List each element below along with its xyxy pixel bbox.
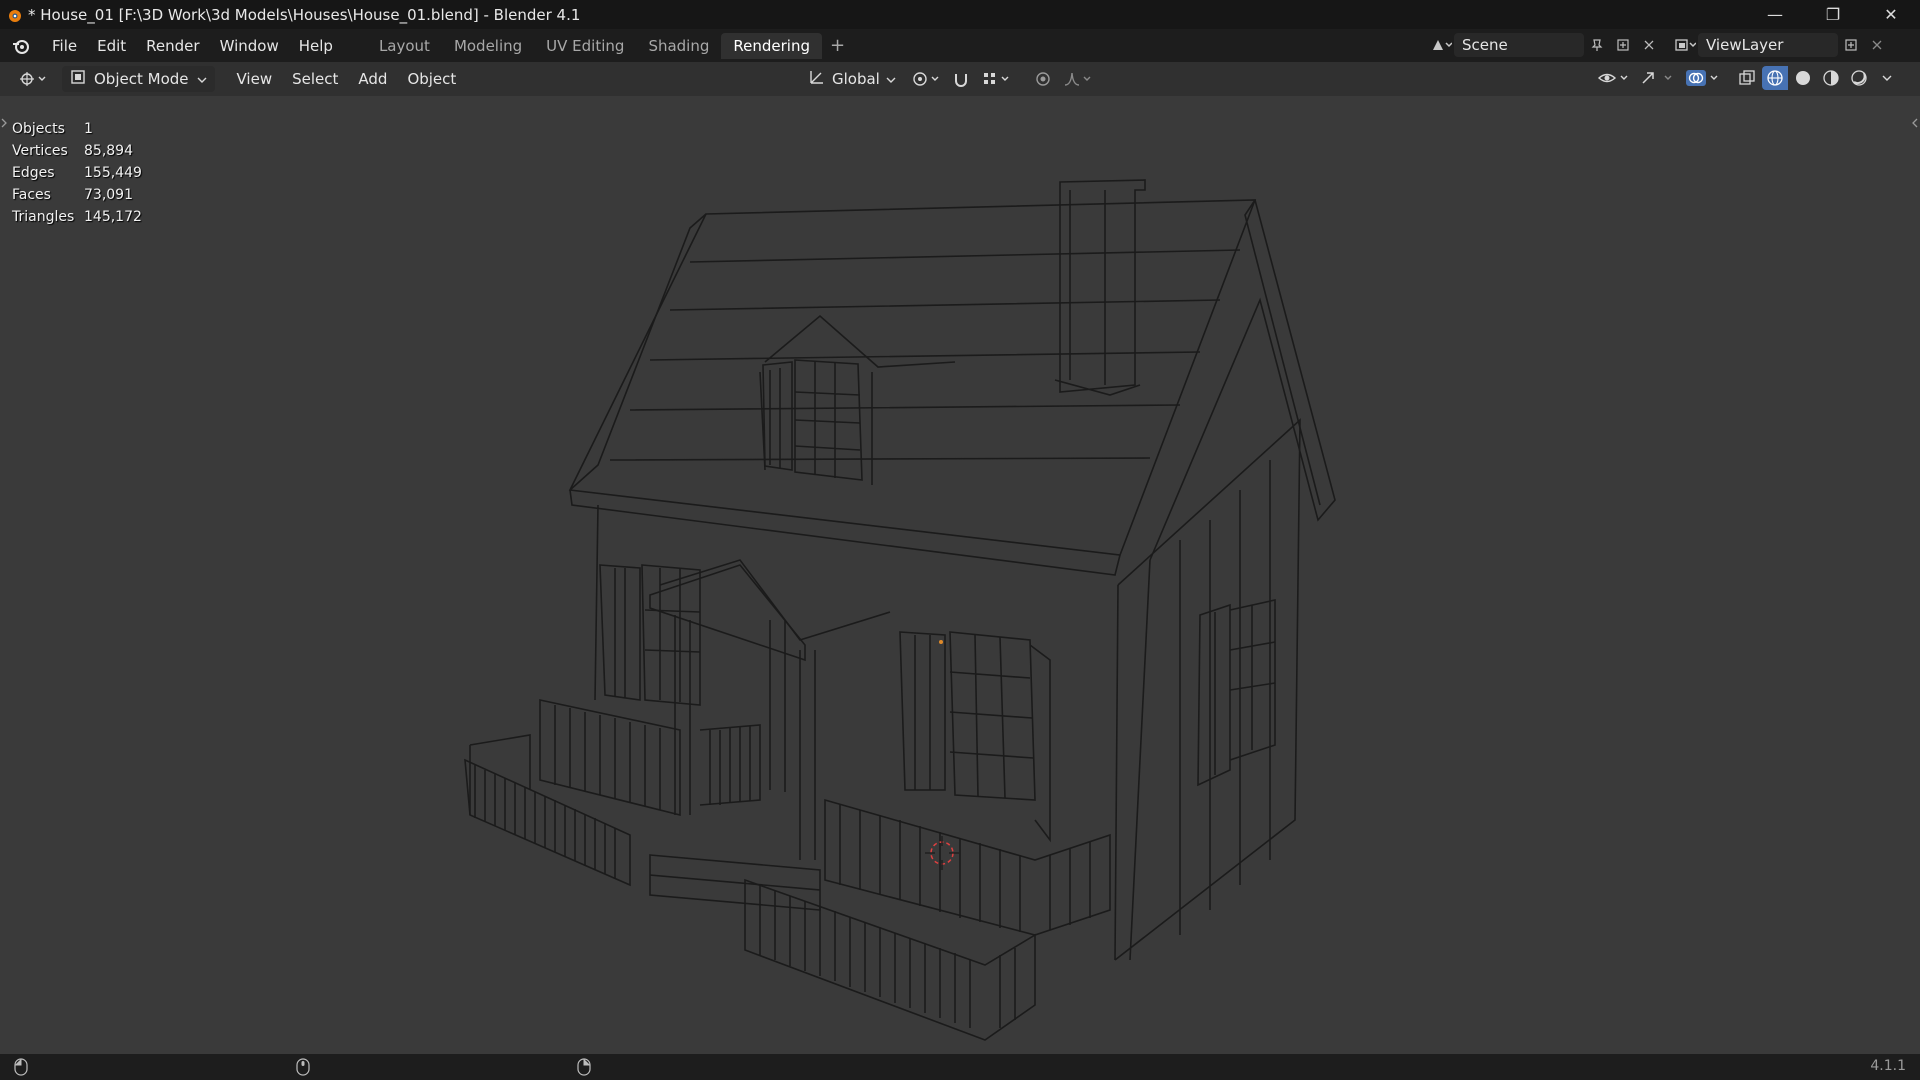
menu-help[interactable]: Help — [289, 33, 343, 59]
pin-icon[interactable] — [1584, 33, 1610, 57]
title-bar: * House_01 [F:\3D Work\3d Models\Houses\… — [0, 0, 1920, 29]
orientation-label: Global — [832, 70, 880, 88]
scene-selector-group: Scene ViewLayer — [1428, 32, 1890, 58]
rendered-shading-icon[interactable] — [1846, 66, 1872, 90]
chimney — [1059, 179, 1146, 393]
tab-layout[interactable]: Layout — [367, 33, 442, 59]
menu-view[interactable]: View — [227, 66, 283, 92]
scene-name-field[interactable]: Scene — [1454, 33, 1584, 57]
snap-target-icon[interactable] — [978, 67, 1014, 91]
chevron-down-icon — [886, 70, 896, 88]
window-title: * House_01 [F:\3D Work\3d Models\Houses\… — [28, 5, 581, 24]
stat-row: Faces 73,091 — [12, 184, 142, 206]
roof-front — [568, 199, 1257, 556]
close-button[interactable]: ✕ — [1862, 0, 1920, 29]
new-view-layer-icon[interactable] — [1838, 33, 1864, 57]
mode-label: Object Mode — [94, 70, 189, 88]
workspace-tabs: Layout Modeling UV Editing Shading Rende… — [367, 32, 853, 59]
scene-icon[interactable] — [1428, 33, 1454, 57]
viewport-header: Object Mode View Select Add Object Globa… — [0, 62, 1920, 96]
menu-edit[interactable]: Edit — [87, 33, 136, 59]
xray-toggle-icon[interactable] — [1734, 66, 1760, 90]
front-window — [949, 631, 1036, 801]
mouse-left-icon — [14, 1058, 28, 1076]
stat-label: Vertices — [12, 143, 68, 159]
minimize-button[interactable]: — — [1746, 0, 1804, 29]
proportional-editing-icon[interactable] — [1030, 67, 1056, 91]
porch-railing-left — [539, 699, 681, 817]
porch-steps — [649, 854, 821, 911]
stat-label: Triangles — [12, 209, 75, 225]
solid-shading-icon[interactable] — [1790, 66, 1816, 90]
new-scene-icon[interactable] — [1610, 33, 1636, 57]
transform-tools: Global — [800, 66, 1096, 92]
stat-value: 85,894 — [84, 143, 133, 159]
tab-shading[interactable]: Shading — [636, 33, 721, 59]
delete-view-layer-icon[interactable] — [1864, 33, 1890, 57]
picket-fence-right — [744, 878, 1036, 1041]
falloff-icon[interactable] — [1060, 67, 1096, 91]
stat-row: Triangles 145,172 — [12, 206, 142, 228]
house-front-wall — [594, 504, 1119, 961]
gizmo-icon[interactable] — [1636, 66, 1680, 90]
status-bar: 4.1.1 — [0, 1054, 1920, 1080]
material-shading-icon[interactable] — [1818, 66, 1844, 90]
menu-object[interactable]: Object — [397, 66, 466, 92]
tab-uv-editing[interactable]: UV Editing — [534, 33, 636, 59]
chevron-down-icon — [197, 70, 207, 88]
object-origin — [939, 640, 943, 644]
mode-dropdown[interactable]: Object Mode — [62, 66, 215, 92]
roof-edge — [569, 489, 1121, 576]
stat-row: Edges 155,449 — [12, 162, 142, 184]
delete-scene-icon[interactable] — [1636, 33, 1662, 57]
stat-row: Objects 1 — [12, 118, 142, 140]
sidebar-expand-arrow-icon[interactable] — [1910, 116, 1920, 130]
3d-cursor — [925, 836, 959, 870]
stat-value: 73,091 — [84, 187, 133, 203]
blender-app-icon — [0, 0, 28, 29]
roof-gable — [1149, 199, 1336, 561]
transform-orientation-dropdown[interactable]: Global — [800, 66, 904, 92]
mouse-right-icon — [577, 1058, 591, 1076]
stat-row: Vertices 85,894 — [12, 140, 142, 162]
view-layer-icon[interactable] — [1672, 33, 1698, 57]
tab-modeling[interactable]: Modeling — [442, 33, 534, 59]
statistics-overlay: Objects 1 Vertices 85,894 Edges 155,449 Fac… — [12, 118, 142, 228]
menu-window[interactable]: Window — [210, 33, 289, 59]
3d-viewport[interactable]: Objects 1 Vertices 85,894 Edges 155,449 Fac… — [0, 96, 1920, 1054]
visibility-eye-icon[interactable] — [1594, 66, 1634, 90]
object-mode-icon — [70, 69, 86, 89]
menu-select[interactable]: Select — [282, 66, 348, 92]
menu-file[interactable]: File — [42, 33, 87, 59]
stat-label: Faces — [12, 187, 51, 203]
add-workspace-button[interactable]: + — [822, 35, 853, 56]
snap-icon[interactable] — [948, 67, 974, 91]
porch-roof — [659, 559, 891, 641]
stat-value: 155,449 — [84, 165, 142, 181]
porch-railing-right — [824, 798, 1111, 936]
version-label: 4.1.1 — [1870, 1058, 1906, 1074]
editor-type-dropdown[interactable] — [10, 66, 56, 92]
house-wireframe — [464, 179, 1336, 1041]
pivot-point-icon[interactable] — [908, 67, 944, 91]
overlays-icon[interactable] — [1682, 66, 1726, 90]
top-bar: File Edit Render Window Help Layout Mode… — [0, 29, 1920, 62]
mouse-middle-icon — [296, 1058, 310, 1076]
stat-label: Edges — [12, 165, 55, 181]
stat-value: 145,172 — [84, 209, 142, 225]
menu-render[interactable]: Render — [136, 33, 209, 59]
stat-value: 1 — [84, 121, 93, 137]
menu-add[interactable]: Add — [348, 66, 397, 92]
orientation-icon — [808, 68, 826, 90]
shading-options-chevron-icon[interactable] — [1874, 66, 1900, 90]
view-layer-field[interactable]: ViewLayer — [1698, 33, 1838, 57]
toolbar-expand-arrow-icon[interactable] — [0, 116, 8, 130]
blender-menu-icon[interactable] — [0, 29, 42, 62]
wireframe-shading-icon[interactable] — [1762, 66, 1788, 90]
viewport-display-tools — [1594, 66, 1900, 90]
stat-label: Objects — [12, 121, 65, 137]
tab-rendering[interactable]: Rendering — [721, 32, 822, 59]
maximize-button[interactable]: ❐ — [1804, 0, 1862, 29]
